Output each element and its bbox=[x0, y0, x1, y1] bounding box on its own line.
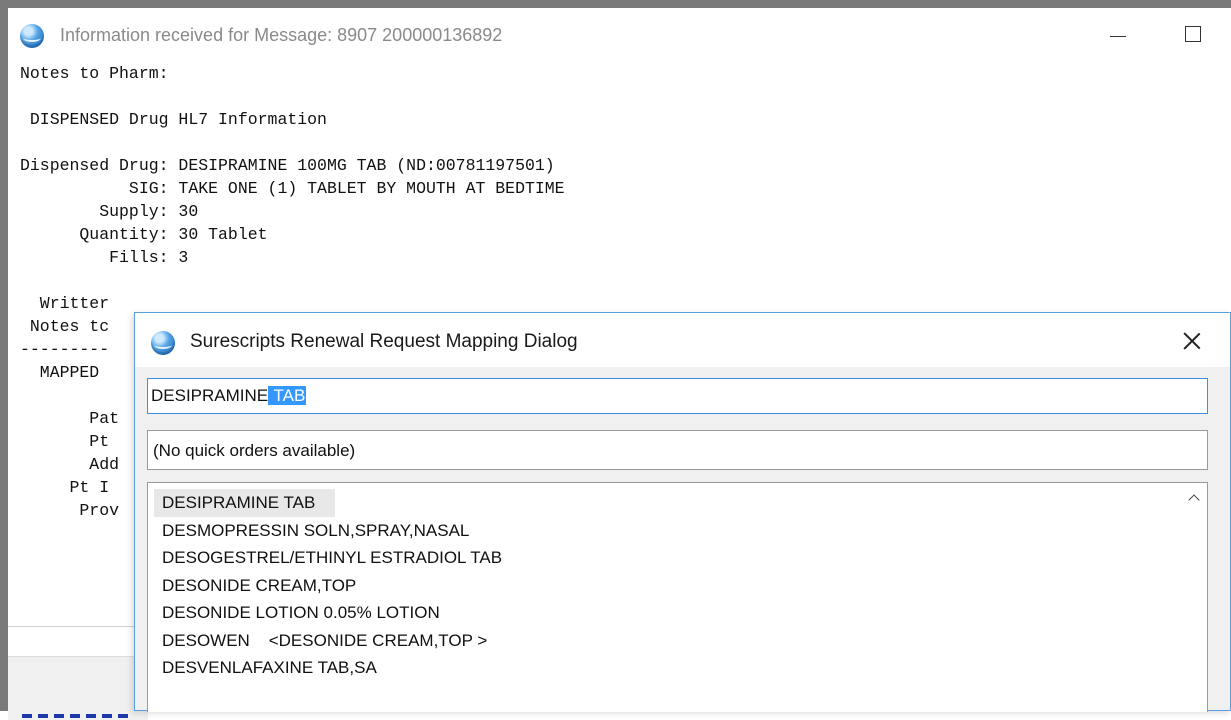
drug-list-item: DESIPRAMINE TAB bbox=[154, 489, 336, 517]
search-selected-text: TAB bbox=[268, 386, 307, 405]
drug-list[interactable]: DESIPRAMINE TAB DESMOPRESSIN SOLN,SPRAY,N… bbox=[147, 482, 1208, 712]
drug-list-row[interactable]: DESVENLAFAXINE TAB,SA bbox=[154, 654, 1167, 682]
mapping-dialog: Surescripts Renewal Request Mapping Dial… bbox=[134, 312, 1231, 712]
hl7-text-line: SIG: TAKE ONE (1) TABLET BY MOUTH AT BED… bbox=[20, 179, 565, 198]
dialog-titlebar: Surescripts Renewal Request Mapping Dial… bbox=[135, 313, 1230, 367]
drug-list-item: DESVENLAFAXINE TAB,SA bbox=[162, 658, 377, 677]
drug-list-row[interactable]: DESOWEN <DESONIDE CREAM,TOP > bbox=[154, 627, 1167, 655]
drug-list-item: DESMOPRESSIN SOLN,SPRAY,NASAL bbox=[162, 520, 470, 540]
app-globe-icon bbox=[151, 331, 175, 355]
hl7-text-line: Notes to Pharm: bbox=[20, 64, 169, 83]
drug-list-item: DESONIDE LOTION 0.05% LOTION bbox=[162, 603, 440, 622]
dialog-title: Surescripts Renewal Request Mapping Dial… bbox=[190, 331, 578, 352]
hl7-text-line: Dispensed Drug: DESIPRAMINE 100MG TAB (N… bbox=[20, 156, 555, 175]
close-icon[interactable] bbox=[1177, 326, 1207, 356]
hl7-text-line bbox=[20, 131, 565, 154]
app-globe-icon bbox=[20, 24, 44, 48]
drug-list-row[interactable]: DESONIDE CREAM,TOP bbox=[154, 572, 1167, 600]
quick-orders-empty-text: (No quick orders available) bbox=[153, 441, 356, 460]
drug-list-row[interactable]: DESOGESTREL/ETHINYL ESTRADIOL TAB bbox=[154, 544, 1167, 572]
drug-list-items: DESIPRAMINE TAB DESMOPRESSIN SOLN,SPRAY,N… bbox=[154, 489, 1167, 682]
drug-list-row[interactable]: DESIPRAMINE TAB bbox=[154, 489, 1167, 517]
footer-strip bbox=[8, 656, 148, 720]
hl7-text-line: Fills: 3 bbox=[20, 248, 189, 267]
drug-search-input[interactable]: DESIPRAMINE TAB bbox=[147, 378, 1208, 414]
hl7-text-line: DISPENSED Drug HL7 Information bbox=[20, 110, 327, 129]
dashed-link bbox=[22, 714, 132, 718]
minimize-icon[interactable] bbox=[1108, 24, 1128, 44]
search-value: DESIPRAMINE bbox=[151, 386, 269, 405]
hl7-text-line bbox=[20, 85, 565, 108]
drug-list-item: DESOWEN <DESONIDE CREAM,TOP > bbox=[162, 630, 488, 650]
drug-list-row[interactable]: DESMOPRESSIN SOLN,SPRAY,NASAL bbox=[154, 517, 1167, 545]
chevron-up-icon[interactable] bbox=[1184, 483, 1206, 513]
message-window-titlebar: Information received for Message: 8907 2… bbox=[8, 8, 1231, 56]
hl7-text-line: Supply: 30 bbox=[20, 202, 199, 221]
hl7-text-line bbox=[20, 269, 565, 292]
divider bbox=[8, 626, 148, 627]
drug-list-item: DESOGESTREL/ETHINYL ESTRADIOL TAB bbox=[162, 548, 503, 567]
drug-list-item: DESONIDE CREAM,TOP bbox=[162, 575, 357, 595]
hl7-text-line: Quantity: 30 Tablet bbox=[20, 225, 268, 244]
maximize-icon[interactable] bbox=[1185, 26, 1201, 42]
drug-list-row[interactable]: DESONIDE LOTION 0.05% LOTION bbox=[154, 599, 1167, 627]
message-window-title: Information received for Message: 8907 2… bbox=[60, 25, 503, 45]
scrollbar[interactable] bbox=[1185, 513, 1205, 712]
quick-orders-list[interactable]: (No quick orders available) bbox=[147, 430, 1208, 470]
